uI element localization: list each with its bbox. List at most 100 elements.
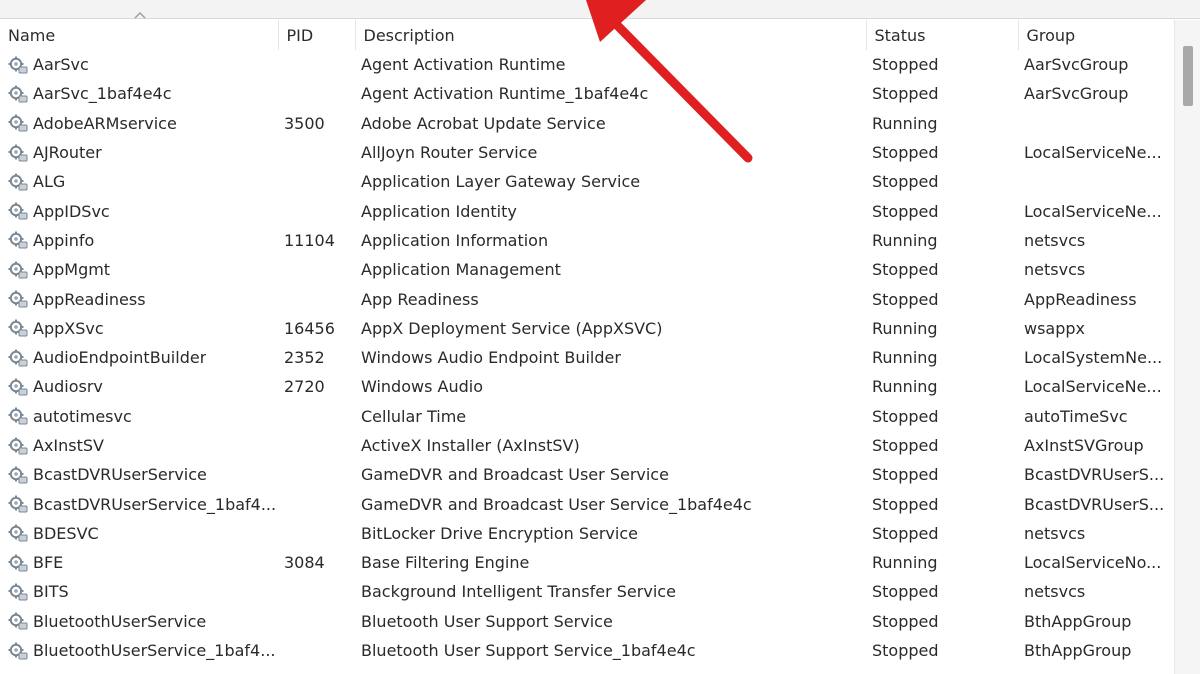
table-row-9[interactable]: AppXSvc 16456 AppX Deployment Service (A… [0,314,1174,343]
service-status: Stopped [872,494,939,514]
service-description: Application Identity [361,201,517,221]
service-name: BcastDVRUserService [33,465,207,485]
service-description: Application Layer Gateway Service [361,172,641,192]
table-row-7[interactable]: AppMgmt Application Management Stopped n… [0,255,1174,284]
service-group: netsvcs [1024,230,1086,250]
service-pid [278,284,355,313]
service-description: Agent Activation Runtime_1baf4e4c [361,84,649,104]
service-description: Cellular Time [361,406,467,426]
service-gear-icon [8,173,28,191]
table-row-11[interactable]: Audiosrv 2720 Windows Audio Running Loca… [0,372,1174,401]
table-row-5[interactable]: AppIDSvc Application Identity Stopped Lo… [0,196,1174,225]
service-group: LocalServiceNo... [1024,553,1162,573]
service-name: BluetoothUserService_1baf4... [33,641,276,661]
service-gear-icon [8,554,28,572]
column-header-description[interactable]: Description [355,20,867,50]
service-pid: 11104 [284,230,335,250]
service-pid: 2720 [284,377,325,397]
table-row-3[interactable]: AJRouter AllJoyn Router Service Stopped … [0,138,1174,167]
service-description: Application Management [361,260,561,280]
service-name: AarSvc [33,55,89,75]
sort-ascending-icon[interactable] [134,10,146,20]
service-pid: 2352 [284,348,325,368]
service-pid: 16456 [284,318,335,338]
service-description: GameDVR and Broadcast User Service [361,465,669,485]
table-header-row: Name PID Description Status Group [0,20,1174,50]
service-name: AudioEndpointBuilder [33,348,207,368]
service-description: Base Filtering Engine [361,553,530,573]
service-group: netsvcs [1024,582,1086,602]
service-pid [278,79,355,108]
service-group: BthAppGroup [1024,611,1132,631]
service-name: AxInstSV [33,436,104,455]
service-description: AllJoyn Router Service [361,143,538,163]
service-gear-icon [8,114,28,132]
service-status: Stopped [872,201,939,221]
column-header-pid[interactable]: PID [278,20,356,50]
service-pid [278,577,355,606]
service-group: autoTimeSvc [1024,406,1128,426]
service-pid [278,431,355,460]
table-row-4[interactable]: ALG Application Layer Gateway Service St… [0,167,1174,196]
service-group: LocalServiceNe... [1024,377,1162,397]
service-group: netsvcs [1024,260,1086,280]
service-status: Stopped [872,582,939,602]
service-gear-icon [8,349,28,367]
column-header-group[interactable]: Group [1018,20,1174,50]
service-status: Running [872,318,938,338]
service-gear-icon [8,202,28,220]
service-description: Agent Activation Runtime [361,55,566,75]
service-name: AppXSvc [33,318,104,338]
service-description: Bluetooth User Support Service_1baf4e4c [361,641,696,661]
table-row-16[interactable]: BDESVC BitLocker Drive Encryption Servic… [0,519,1174,548]
service-description: Background Intelligent Transfer Service [361,582,676,602]
toolbar-strip [0,0,1200,19]
service-pid [278,489,355,518]
service-gear-icon [8,583,28,601]
table-row-1[interactable]: AarSvc_1baf4e4c Agent Activation Runtime… [0,79,1174,108]
service-name: autotimesvc [33,406,132,426]
service-pid: 3084 [284,553,325,573]
service-name: BDESVC [33,523,99,543]
table-row-6[interactable]: Appinfo 11104 Application Information Ru… [0,226,1174,255]
service-name: BluetoothUserService [33,611,207,631]
table-row-0[interactable]: AarSvc Agent Activation Runtime Stopped … [0,50,1174,79]
service-status: Stopped [872,641,939,661]
service-name: Appinfo [33,230,95,250]
service-name: AarSvc_1baf4e4c [33,84,172,104]
column-header-status[interactable]: Status [866,20,1019,50]
service-status: Stopped [872,289,939,309]
service-status: Stopped [872,260,939,280]
service-status: Running [872,553,938,573]
table-row-15[interactable]: BcastDVRUserService_1baf4... GameDVR and… [0,489,1174,518]
service-gear-icon [8,437,28,454]
table-row-13[interactable]: AxInstSV ActiveX Installer (AxInstSV) St… [0,431,1174,460]
table-row-19[interactable]: BluetoothUserService Bluetooth User Supp… [0,607,1174,636]
service-gear-icon [8,85,28,103]
table-row-18[interactable]: BITS Background Intelligent Transfer Ser… [0,577,1174,606]
service-pid [278,402,355,431]
table-row-2[interactable]: AdobeARMservice 3500 Adobe Acrobat Updat… [0,109,1174,138]
table-row-8[interactable]: AppReadiness App Readiness Stopped AppRe… [0,284,1174,313]
column-header-name[interactable]: Name [0,20,279,50]
service-gear-icon [8,642,28,660]
table-row-10[interactable]: AudioEndpointBuilder 2352 Windows Audio … [0,343,1174,372]
service-description: Adobe Acrobat Update Service [361,113,606,133]
service-group: wsappx [1024,318,1086,338]
service-pid: 3500 [284,113,325,133]
scrollbar-thumb[interactable] [1183,46,1193,106]
services-table-container: Name PID Description Status Group AarSvc… [0,20,1174,674]
service-gear-icon [8,261,28,279]
service-group: AarSvcGroup [1024,84,1129,104]
table-row-17[interactable]: BFE 3084 Base Filtering Engine Running L… [0,548,1174,577]
service-pid [278,607,355,636]
vertical-scrollbar[interactable] [1174,20,1200,674]
table-row-20[interactable]: BluetoothUserService_1baf4... Bluetooth … [0,636,1174,665]
table-row-14[interactable]: BcastDVRUserService GameDVR and Broadcas… [0,460,1174,489]
service-description: ActiveX Installer (AxInstSV) [361,436,580,455]
service-group [1018,167,1174,196]
service-description: AppX Deployment Service (AppXSVC) [361,318,663,338]
service-status: Stopped [872,172,939,192]
service-name: BcastDVRUserService_1baf4... [33,494,277,514]
table-row-12[interactable]: autotimesvc Cellular Time Stopped autoTi… [0,402,1174,431]
